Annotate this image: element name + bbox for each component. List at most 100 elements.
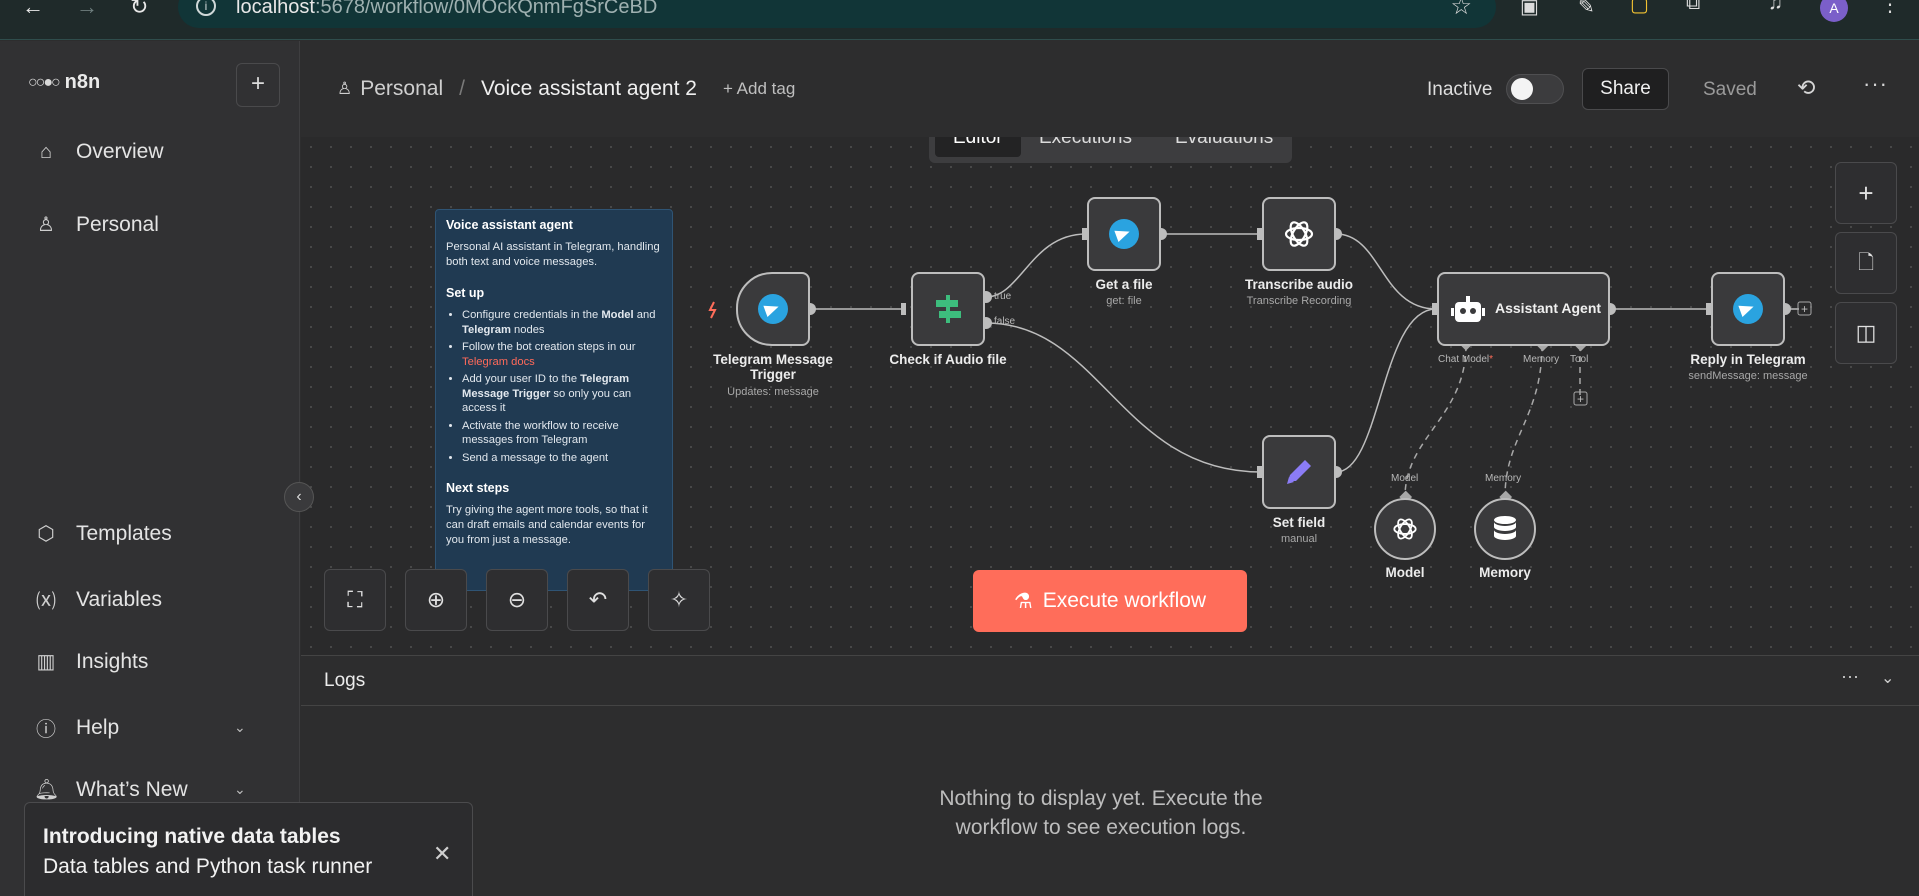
openai-icon — [1393, 518, 1417, 540]
history-icon[interactable]: ⟲ — [1797, 75, 1815, 101]
assistant-agent-node[interactable]: Assistant Agent — [1437, 272, 1610, 346]
chevron-down-icon[interactable]: ⌄ — [1881, 668, 1894, 688]
more-options-icon[interactable]: ··· — [1841, 666, 1859, 687]
forward-arrow-icon[interactable]: → — [76, 0, 98, 20]
zoom-in-icon[interactable]: ⊕ — [405, 569, 467, 631]
port-label-text: Chat Model — [1438, 354, 1490, 365]
user-icon: ♙ — [337, 79, 353, 98]
n8n-logo[interactable]: ○○●○ n8n — [28, 71, 100, 94]
site-info-icon[interactable]: i — [196, 0, 216, 16]
active-toggle[interactable] — [1506, 74, 1564, 104]
project-link[interactable]: Personal — [360, 77, 443, 101]
chevron-down-icon: ⌄ — [234, 719, 246, 735]
memory-node[interactable] — [1474, 498, 1536, 560]
collapse-sidebar-button[interactable]: ‹ — [284, 482, 314, 512]
tab-evaluations[interactable]: Evaluations — [1157, 137, 1291, 157]
home-icon: ⌂ — [39, 140, 53, 163]
address-bar[interactable]: i localhost:5678/workflow/0MOckQnmFgSrCe… — [178, 0, 1496, 28]
tidy-up-icon[interactable]: ✧ — [648, 569, 710, 631]
if-node[interactable] — [911, 272, 985, 346]
reply-telegram-node[interactable] — [1711, 272, 1785, 346]
node-title: Assistant Agent — [1495, 300, 1602, 316]
browser-toolbar: ← → ↻ i localhost:5678/workflow/0MOckQnm… — [0, 0, 1919, 40]
sidebar-item-overview[interactable]: ⌂ Overview — [34, 140, 164, 164]
pencil-icon — [1287, 460, 1311, 484]
sidebar-item-personal[interactable]: ♙ Personal — [34, 212, 159, 237]
create-button[interactable]: + — [236, 63, 280, 107]
url-path: :5678/workflow/0MOckQnmFgSrCeBD — [314, 0, 658, 18]
node-title: Get a file — [1095, 277, 1153, 292]
memory-port-label: Memory — [1485, 473, 1522, 484]
sidebar-item-label: Templates — [76, 521, 172, 545]
signpost-icon — [936, 295, 961, 323]
share-button[interactable]: Share — [1582, 68, 1669, 110]
node-subtitle: get: file — [1106, 295, 1142, 307]
logs-header[interactable]: Logs ··· ⌄ — [301, 656, 1919, 706]
reload-icon[interactable]: ↻ — [130, 0, 148, 20]
logo-icon: ○○●○ — [28, 73, 61, 91]
extension-icon[interactable]: ▣ — [1520, 0, 1539, 19]
transcribe-node[interactable] — [1262, 197, 1336, 271]
add-node-button[interactable]: + — [1835, 162, 1897, 224]
sidebar-item-templates[interactable]: ⬡ Templates — [34, 521, 172, 546]
profile-avatar[interactable]: A — [1820, 0, 1848, 22]
tag-extension-icon[interactable]: ▢ — [1630, 0, 1649, 17]
chevron-down-icon: ⌄ — [234, 781, 246, 797]
add-tag-button[interactable]: + Add tag — [723, 79, 795, 99]
execute-workflow-button[interactable]: ⚗ Execute workflow — [973, 570, 1247, 632]
logs-title: Logs — [324, 670, 366, 691]
node-title: Transcribe audio — [1244, 277, 1354, 292]
panel-toggle-icon[interactable]: ◫ — [1835, 302, 1897, 364]
sidebar-item-label: Insights — [76, 649, 149, 673]
bookmark-star-icon[interactable]: ☆ — [1450, 0, 1472, 21]
node-title: Reply in Telegram — [1690, 352, 1806, 367]
undo-icon[interactable]: ↶ — [567, 569, 629, 631]
sidebar-item-insights[interactable]: ▥ Insights — [34, 649, 149, 674]
breadcrumb: ♙ Personal / Voice assistant agent 2 + A… — [337, 77, 795, 101]
node-subtitle: Updates: message — [727, 386, 819, 398]
media-control-icon[interactable]: ♫ — [1768, 0, 1783, 15]
help-icon: ⓘ — [36, 719, 56, 741]
sidebar-item-help[interactable]: ⓘ Help ⌄ — [34, 713, 246, 742]
sidebar-item-label: Overview — [76, 140, 164, 163]
tab-executions[interactable]: Executions — [1021, 137, 1150, 157]
false-branch-label: false — [994, 316, 1016, 327]
breadcrumb-separator: / — [459, 77, 465, 100]
chat-model-port-label: Chat Model* — [1438, 354, 1493, 365]
puzzle-extension-icon[interactable]: ⧉ — [1686, 0, 1700, 15]
tool-port-label: Tool — [1570, 354, 1589, 365]
view-tabs: Editor Executions Evaluations — [929, 137, 1292, 163]
more-options-icon[interactable]: ··· — [1863, 71, 1888, 97]
sidebar-item-variables[interactable]: ⒳ Variables — [34, 585, 162, 614]
model-node[interactable] — [1374, 498, 1436, 560]
plus-icon: + — [1801, 302, 1808, 316]
tab-editor[interactable]: Editor — [935, 137, 1021, 157]
input-port — [901, 303, 906, 315]
get-file-node[interactable] — [1087, 197, 1161, 271]
sidebar: ○○●○ n8n + ⌂ Overview ♙ Personal ⬡ Templ… — [0, 41, 300, 896]
back-arrow-icon[interactable]: ← — [22, 0, 44, 20]
node-subtitle: Transcribe Recording — [1246, 295, 1352, 307]
close-icon[interactable]: ✕ — [433, 841, 451, 867]
zoom-out-icon[interactable]: ⊖ — [486, 569, 548, 631]
workflow-canvas[interactable]: Editor Executions Evaluations Voice assi… — [301, 137, 1919, 655]
toggle-knob — [1511, 78, 1533, 100]
sidebar-item-whats-new[interactable]: 🔔︎ What’s New ⌄ — [34, 777, 246, 802]
trigger-bolt-icon — [708, 301, 717, 319]
database-icon — [1494, 516, 1516, 540]
set-field-node[interactable] — [1262, 435, 1336, 509]
user-icon: ♙ — [37, 214, 55, 236]
required-marker: * — [1489, 354, 1494, 365]
browser-menu-icon[interactable]: ⋮ — [1880, 0, 1900, 17]
workflow-name[interactable]: Voice assistant agent 2 — [481, 77, 697, 101]
fit-view-icon[interactable]: ⛶ — [324, 569, 386, 631]
sidebar-item-label: What’s New — [76, 777, 188, 801]
node-title: Set field — [1272, 515, 1326, 530]
pencil-extension-icon[interactable]: ✎ — [1578, 0, 1595, 19]
sticky-note-icon[interactable]: 🗋︎ — [1835, 232, 1897, 294]
bell-icon: 🔔︎ — [34, 779, 60, 801]
brand-name: n8n — [64, 71, 101, 93]
node-subtitle: sendMessage: message — [1688, 370, 1808, 382]
telegram-trigger-node[interactable] — [736, 272, 810, 346]
flask-icon: ⚗ — [1013, 589, 1033, 613]
